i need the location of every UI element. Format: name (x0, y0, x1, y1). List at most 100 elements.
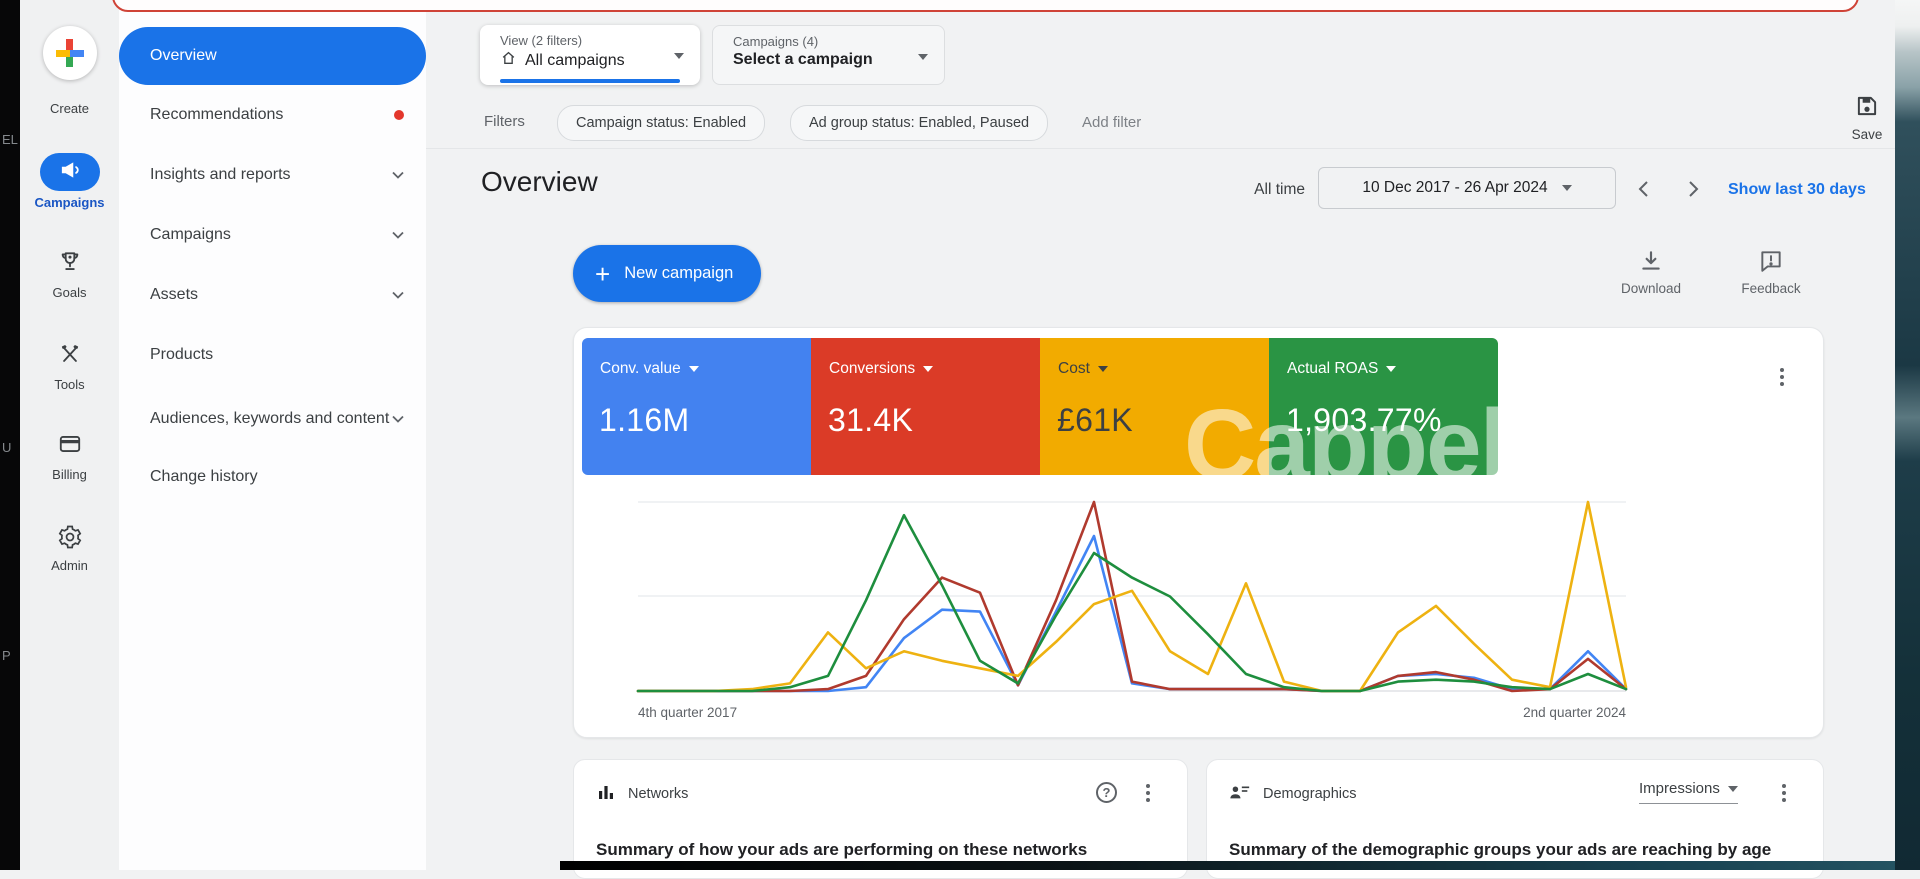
chevron-down-icon (1386, 366, 1396, 372)
previous-period-button[interactable] (1630, 176, 1656, 202)
nav-item-label: Products (150, 342, 404, 368)
sidebar-label-goals: Goals (20, 285, 119, 300)
trophy-icon (57, 262, 83, 279)
nav-item-label: Recommendations (150, 102, 394, 128)
new-campaign-button[interactable]: + New campaign (573, 245, 761, 302)
chevron-down-icon (392, 282, 404, 308)
chart-series-conv-value (638, 536, 1626, 691)
page-title: Overview (481, 166, 598, 198)
background-text-fragment: EL (2, 132, 18, 147)
demographics-people-icon (1229, 782, 1251, 806)
date-range-value: 10 Dec 2017 - 26 Apr 2024 (1362, 179, 1547, 197)
save-label: Save (1838, 127, 1896, 142)
left-nav-panel: Overview Recommendations Insights and repo… (119, 0, 426, 870)
nav-item-label: Change history (150, 464, 404, 490)
gear-icon (57, 537, 83, 554)
download-label: Download (1611, 281, 1691, 296)
download-button[interactable]: Download (1611, 248, 1691, 296)
networks-menu-kebab-icon[interactable] (1142, 780, 1154, 806)
next-period-button[interactable] (1680, 176, 1706, 202)
help-icon[interactable]: ? (1096, 782, 1117, 803)
background-text-fragment: P (2, 648, 11, 663)
filter-chip-campaign-status[interactable]: Campaign status: Enabled (557, 105, 765, 141)
new-campaign-label: New campaign (624, 264, 733, 283)
x-axis-label-left: 4th quarter 2017 (638, 705, 737, 720)
chevron-down-icon (1562, 185, 1572, 191)
nav-item-label: Audiences, keywords and content (150, 406, 392, 432)
scorecard-value: 1.16M (599, 402, 689, 439)
scorecard-conversions[interactable]: Conversions 31.4K (811, 338, 1040, 475)
campaign-selector-caption: Campaigns (4) (733, 34, 944, 49)
demographics-summary: Summary of the demographic groups your a… (1229, 840, 1771, 860)
chart-series-actual-roas (638, 515, 1626, 691)
chevron-down-icon (1098, 366, 1108, 372)
create-plus-icon (43, 26, 97, 80)
sidebar-label-billing: Billing (20, 467, 119, 482)
save-button[interactable]: Save (1838, 93, 1896, 142)
window-bottom-edge (560, 861, 1895, 870)
add-filter-button[interactable]: Add filter (1082, 114, 1141, 131)
sidebar-item-billing[interactable] (20, 431, 119, 462)
google-ads-overview-screen: { "background": { "left_strip_letters": … (0, 0, 1920, 870)
nav-item-label: Overview (150, 47, 217, 65)
nav-item-change-history[interactable]: Change history (119, 455, 426, 499)
nav-item-overview[interactable]: Overview (119, 27, 426, 85)
demographics-metric-dropdown[interactable]: Impressions (1639, 780, 1738, 804)
nav-item-label: Campaigns (150, 222, 392, 248)
overview-summary-card: Conv. value 1.16M Conversions 31.4K Cost£61K… (573, 327, 1824, 738)
scorecard-cost[interactable]: Cost£61K (1040, 338, 1269, 475)
networks-card-title: Networks (628, 786, 688, 802)
chevron-down-icon (392, 406, 404, 432)
campaign-selector[interactable]: Campaigns (4) Select a campaign (712, 25, 945, 85)
feedback-icon (1758, 261, 1784, 278)
nav-item-audiences-keywords-and-content[interactable]: Audiences, keywords and content (119, 391, 426, 447)
nav-item-label: Insights and reports (150, 162, 392, 188)
nav-item-campaigns[interactable]: Campaigns (119, 213, 426, 257)
megaphone-icon (57, 157, 83, 188)
notification-dot (394, 110, 404, 120)
chevron-down-icon (689, 366, 699, 372)
scorecard-actual-roas[interactable]: Actual ROAS 1,903.77% (1269, 338, 1498, 475)
sidebar-label-admin: Admin (20, 558, 119, 573)
sidebar-label-create: Create (20, 101, 119, 116)
chevron-down-icon (392, 222, 404, 248)
sidebar-item-tools[interactable] (20, 342, 119, 373)
sidebar-label-campaigns: Campaigns (20, 195, 119, 210)
nav-item-products[interactable]: Products (119, 333, 426, 377)
scorecard-metric-label: Cost (1058, 360, 1090, 378)
home-icon (500, 50, 517, 71)
sidebar-item-goals[interactable] (20, 249, 119, 280)
filter-chip-adgroup-status[interactable]: Ad group status: Enabled, Paused (790, 105, 1048, 141)
sidebar-item-create[interactable] (20, 26, 119, 80)
scorecard-value: 31.4K (828, 402, 913, 439)
download-icon (1638, 261, 1664, 278)
scorecard-metric-label: Conv. value (600, 360, 681, 378)
wallpaper-strip (1895, 0, 1920, 870)
tools-icon (57, 355, 83, 372)
show-last-30-days-link[interactable]: Show last 30 days (1728, 181, 1866, 199)
nav-item-assets[interactable]: Assets (119, 273, 426, 317)
section-divider (426, 148, 1895, 149)
view-selector-value: All campaigns (525, 52, 625, 70)
feedback-button[interactable]: Feedback (1731, 248, 1811, 296)
sidebar-item-campaigns[interactable] (20, 153, 119, 191)
sidebar-label-tools: Tools (20, 377, 119, 392)
nav-item-insights-and-reports[interactable]: Insights and reports (119, 153, 426, 197)
active-tab-underline (500, 79, 680, 83)
filters-label: Filters (484, 113, 525, 130)
scorecard-value: 1,903.77% (1286, 402, 1442, 439)
date-range-picker[interactable]: 10 Dec 2017 - 26 Apr 2024 (1318, 167, 1616, 209)
scorecard-metric-label: Conversions (829, 360, 915, 378)
campaign-selector-value: Select a campaign (733, 51, 944, 69)
view-selector[interactable]: View (2 filters) All campaigns (480, 25, 700, 85)
sidebar-item-admin[interactable] (20, 524, 119, 555)
scorecard-conv-value[interactable]: Conv. value 1.16M (582, 338, 811, 475)
nav-item-recommendations[interactable]: Recommendations (119, 93, 426, 137)
app-sidebar: Create Campaigns Goals Tools Billing Admin (20, 0, 119, 870)
demographics-menu-kebab-icon[interactable] (1778, 780, 1790, 806)
card-menu-kebab-icon[interactable] (1776, 364, 1788, 390)
chevron-down-icon (1728, 786, 1738, 792)
billing-card-icon (57, 444, 83, 461)
notification-banner-edge (112, 0, 1859, 12)
scorecard-metric-label: Actual ROAS (1287, 360, 1378, 378)
